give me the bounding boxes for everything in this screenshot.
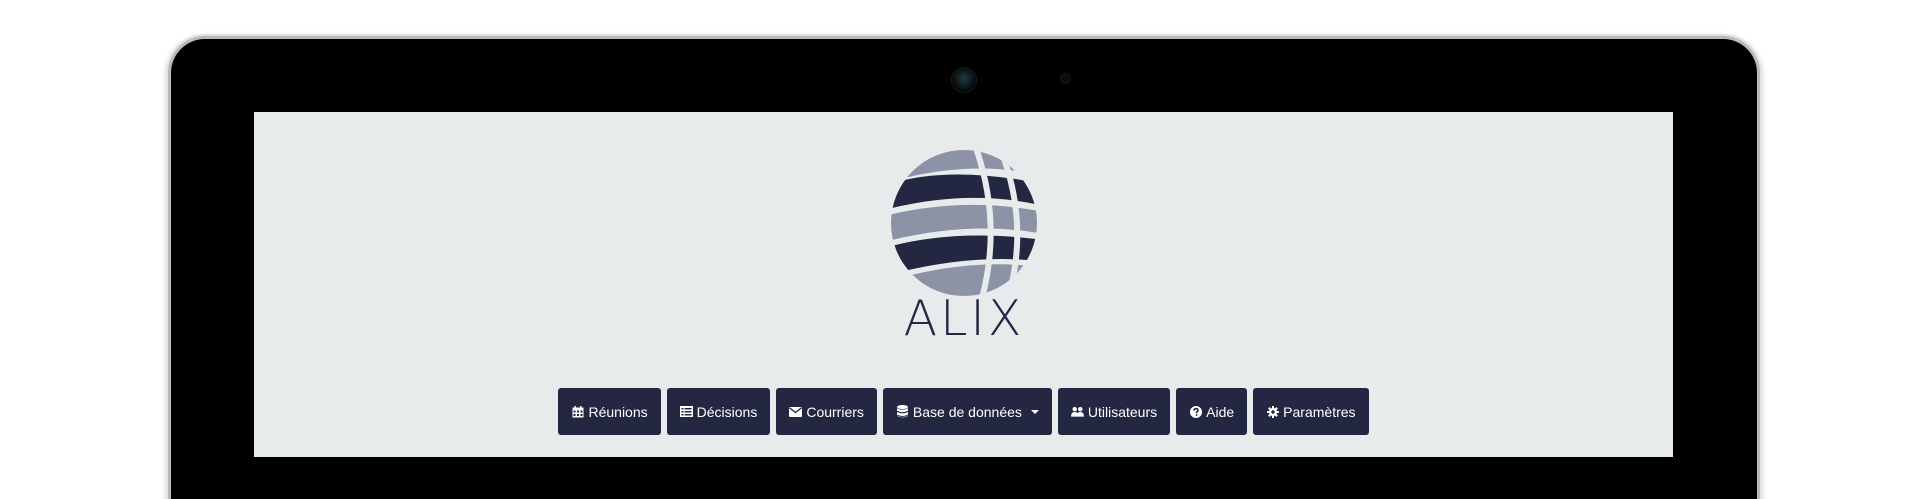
globe-logo-icon [891,150,1037,296]
nav-reunions-label: Réunions [588,403,648,420]
envelope-icon [789,405,803,418]
nav-settings-button[interactable]: Paramètres [1253,388,1369,435]
nav-users-label: Utilisateurs [1087,403,1158,420]
nav-settings-label: Paramètres [1283,403,1356,420]
alix-logo: ALIX [884,148,1044,348]
calendar-icon [571,405,584,418]
nav-decisions-button[interactable]: Décisions [666,388,771,435]
nav-courriers-button[interactable]: Courriers [776,388,877,435]
nav-help-button[interactable]: Aide [1176,388,1248,435]
nav-help-label: Aide [1206,403,1235,420]
main-nav: Réunions Décisions Courriers Base de don… [254,388,1673,435]
nav-decisions-label: Décisions [696,403,758,420]
logo-wordmark: ALIX [903,290,1025,347]
sensor-dot [1061,74,1070,83]
database-icon [896,405,909,418]
camera-icon [952,68,976,92]
nav-reunions-button[interactable]: Réunions [558,388,661,435]
chevron-down-icon [1030,409,1039,414]
gear-icon [1266,405,1279,418]
nav-courriers-label: Courriers [806,403,864,420]
nav-users-button[interactable]: Utilisateurs [1057,388,1171,435]
question-circle-icon [1189,405,1202,418]
nav-database-dropdown[interactable]: Base de données [882,388,1052,435]
nav-database-label: Base de données [912,403,1022,420]
users-icon [1070,405,1084,418]
list-icon [679,405,693,418]
app-screen: ALIX Réunions Décisions Courriers Base d… [254,112,1673,457]
